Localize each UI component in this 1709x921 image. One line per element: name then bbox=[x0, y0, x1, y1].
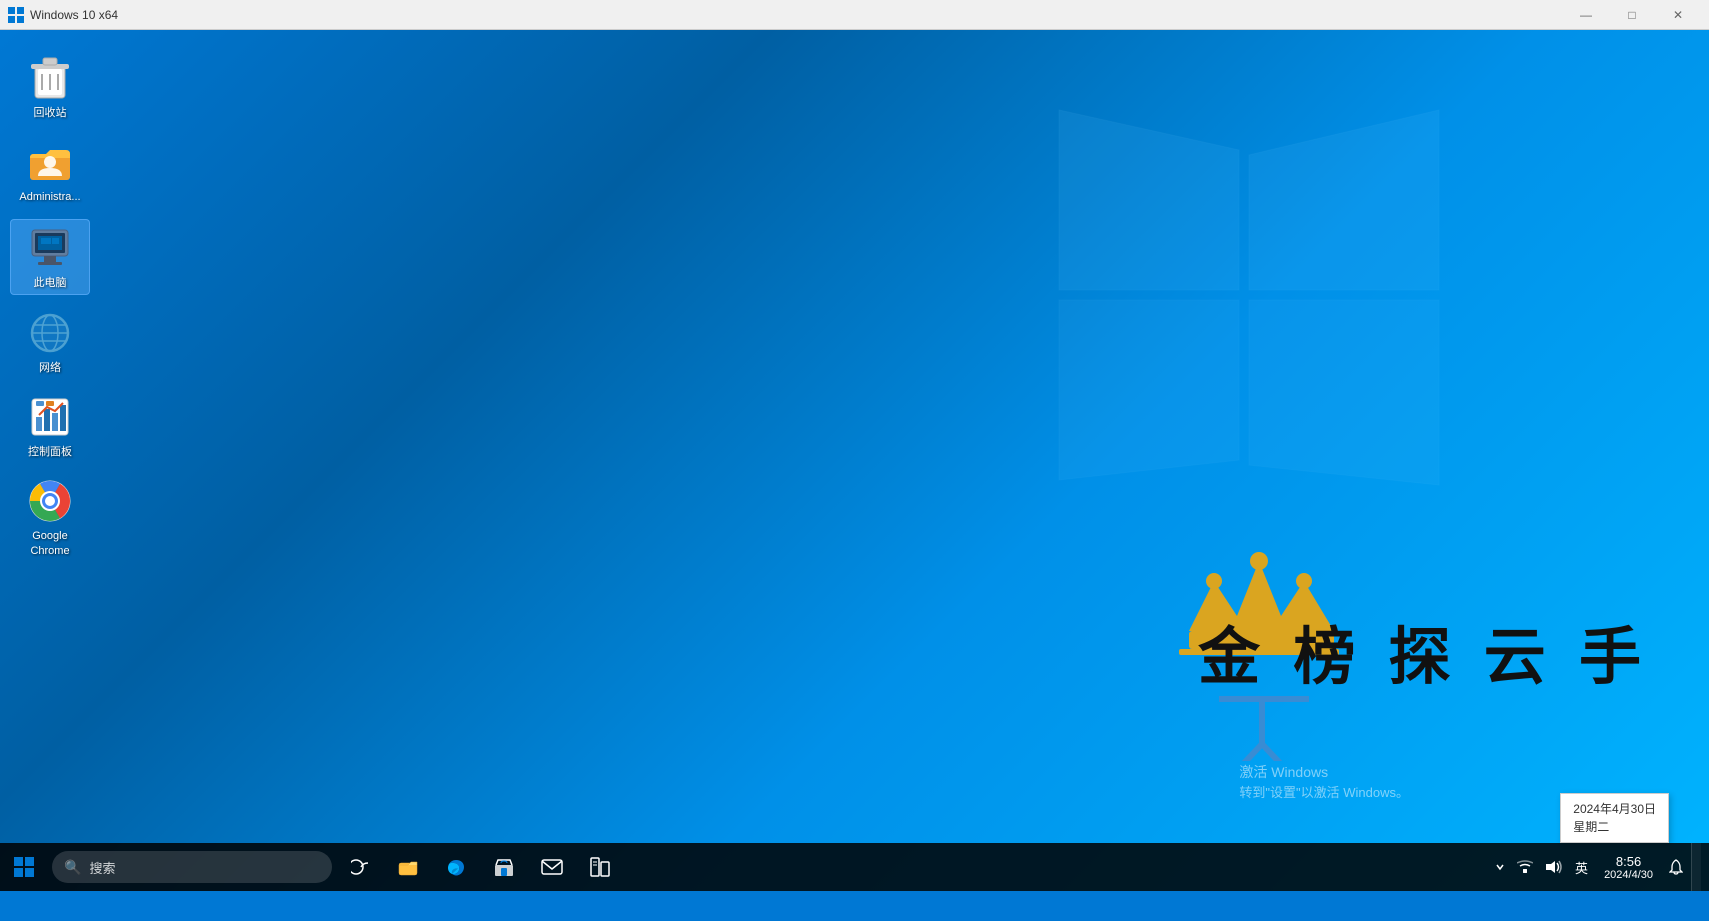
system-tray: 英 8:56 2024/4/30 bbox=[1483, 843, 1709, 891]
this-pc-image bbox=[26, 224, 74, 272]
window-icon bbox=[8, 7, 24, 23]
language-tray-item[interactable]: 英 bbox=[1571, 843, 1592, 891]
window-controls: — □ ✕ bbox=[1563, 0, 1701, 30]
activate-line1: 激活 Windows bbox=[1239, 762, 1409, 782]
window-title: Windows 10 x64 bbox=[30, 8, 1563, 22]
administrator-label: Administra... bbox=[19, 190, 80, 204]
notification-button[interactable] bbox=[1665, 843, 1687, 891]
volume-tray-icon[interactable] bbox=[1541, 843, 1567, 891]
this-pc-icon[interactable]: 此电脑 bbox=[10, 219, 90, 295]
activate-watermark: 激活 Windows 转到"设置"以激活 Windows。 bbox=[1239, 762, 1409, 801]
date-tooltip: 2024年4月30日 星期二 bbox=[1560, 793, 1669, 843]
network-image bbox=[26, 309, 74, 357]
tray-expand-button[interactable] bbox=[1491, 843, 1509, 891]
this-pc-label: 此电脑 bbox=[34, 276, 67, 290]
start-button[interactable] bbox=[0, 843, 48, 891]
tooltip-day: 星期二 bbox=[1573, 818, 1656, 836]
recycle-bin-label: 回收站 bbox=[34, 106, 67, 120]
clock-area[interactable]: 8:56 2024/4/30 bbox=[1596, 843, 1661, 891]
network-label: 网络 bbox=[39, 361, 61, 375]
desktop: 金 榜 探 云 手 回收站 bbox=[0, 30, 1709, 891]
close-button[interactable]: ✕ bbox=[1655, 0, 1701, 30]
edge-browser-button[interactable] bbox=[432, 843, 480, 891]
recycle-bin-icon[interactable]: 回收站 bbox=[10, 50, 90, 124]
search-box[interactable]: 🔍 搜索 bbox=[52, 851, 332, 883]
minimize-button[interactable]: — bbox=[1563, 0, 1609, 30]
windows-logo-background bbox=[1039, 90, 1459, 510]
brand-text: 金 榜 探 云 手 bbox=[1198, 606, 1649, 696]
mail-button[interactable] bbox=[528, 843, 576, 891]
control-panel-label: 控制面板 bbox=[28, 445, 72, 459]
network-tray-icon[interactable] bbox=[1513, 843, 1537, 891]
google-chrome-image bbox=[26, 477, 74, 525]
extra-taskbar-button[interactable] bbox=[576, 843, 624, 891]
network-icon[interactable]: 网络 bbox=[10, 305, 90, 379]
administrator-image bbox=[26, 138, 74, 186]
google-chrome-icon[interactable]: GoogleChrome bbox=[10, 473, 90, 562]
tooltip-date: 2024年4月30日 bbox=[1573, 800, 1656, 818]
search-placeholder: 搜索 bbox=[89, 858, 115, 877]
clock-date: 2024/4/30 bbox=[1604, 869, 1653, 881]
show-desktop-button[interactable] bbox=[1691, 843, 1701, 891]
file-explorer-button[interactable] bbox=[384, 843, 432, 891]
administrator-icon[interactable]: Administra... bbox=[10, 134, 90, 208]
recycle-bin-image bbox=[26, 54, 74, 102]
control-panel-image bbox=[26, 393, 74, 441]
maximize-button[interactable]: □ bbox=[1609, 0, 1655, 30]
search-icon: 🔍 bbox=[64, 859, 81, 876]
control-panel-icon[interactable]: 控制面板 bbox=[10, 389, 90, 463]
store-button[interactable] bbox=[480, 843, 528, 891]
activate-line2: 转到"设置"以激活 Windows。 bbox=[1239, 782, 1409, 801]
title-bar: Windows 10 x64 — □ ✕ bbox=[0, 0, 1709, 30]
desktop-icon-area: 回收站 Administra... bbox=[0, 40, 100, 572]
clock-time: 8:56 bbox=[1616, 854, 1641, 869]
language-indicator: 英 bbox=[1575, 858, 1588, 877]
google-chrome-label: GoogleChrome bbox=[30, 529, 69, 558]
taskbar: 🔍 搜索 bbox=[0, 843, 1709, 891]
task-view-button[interactable] bbox=[336, 843, 384, 891]
